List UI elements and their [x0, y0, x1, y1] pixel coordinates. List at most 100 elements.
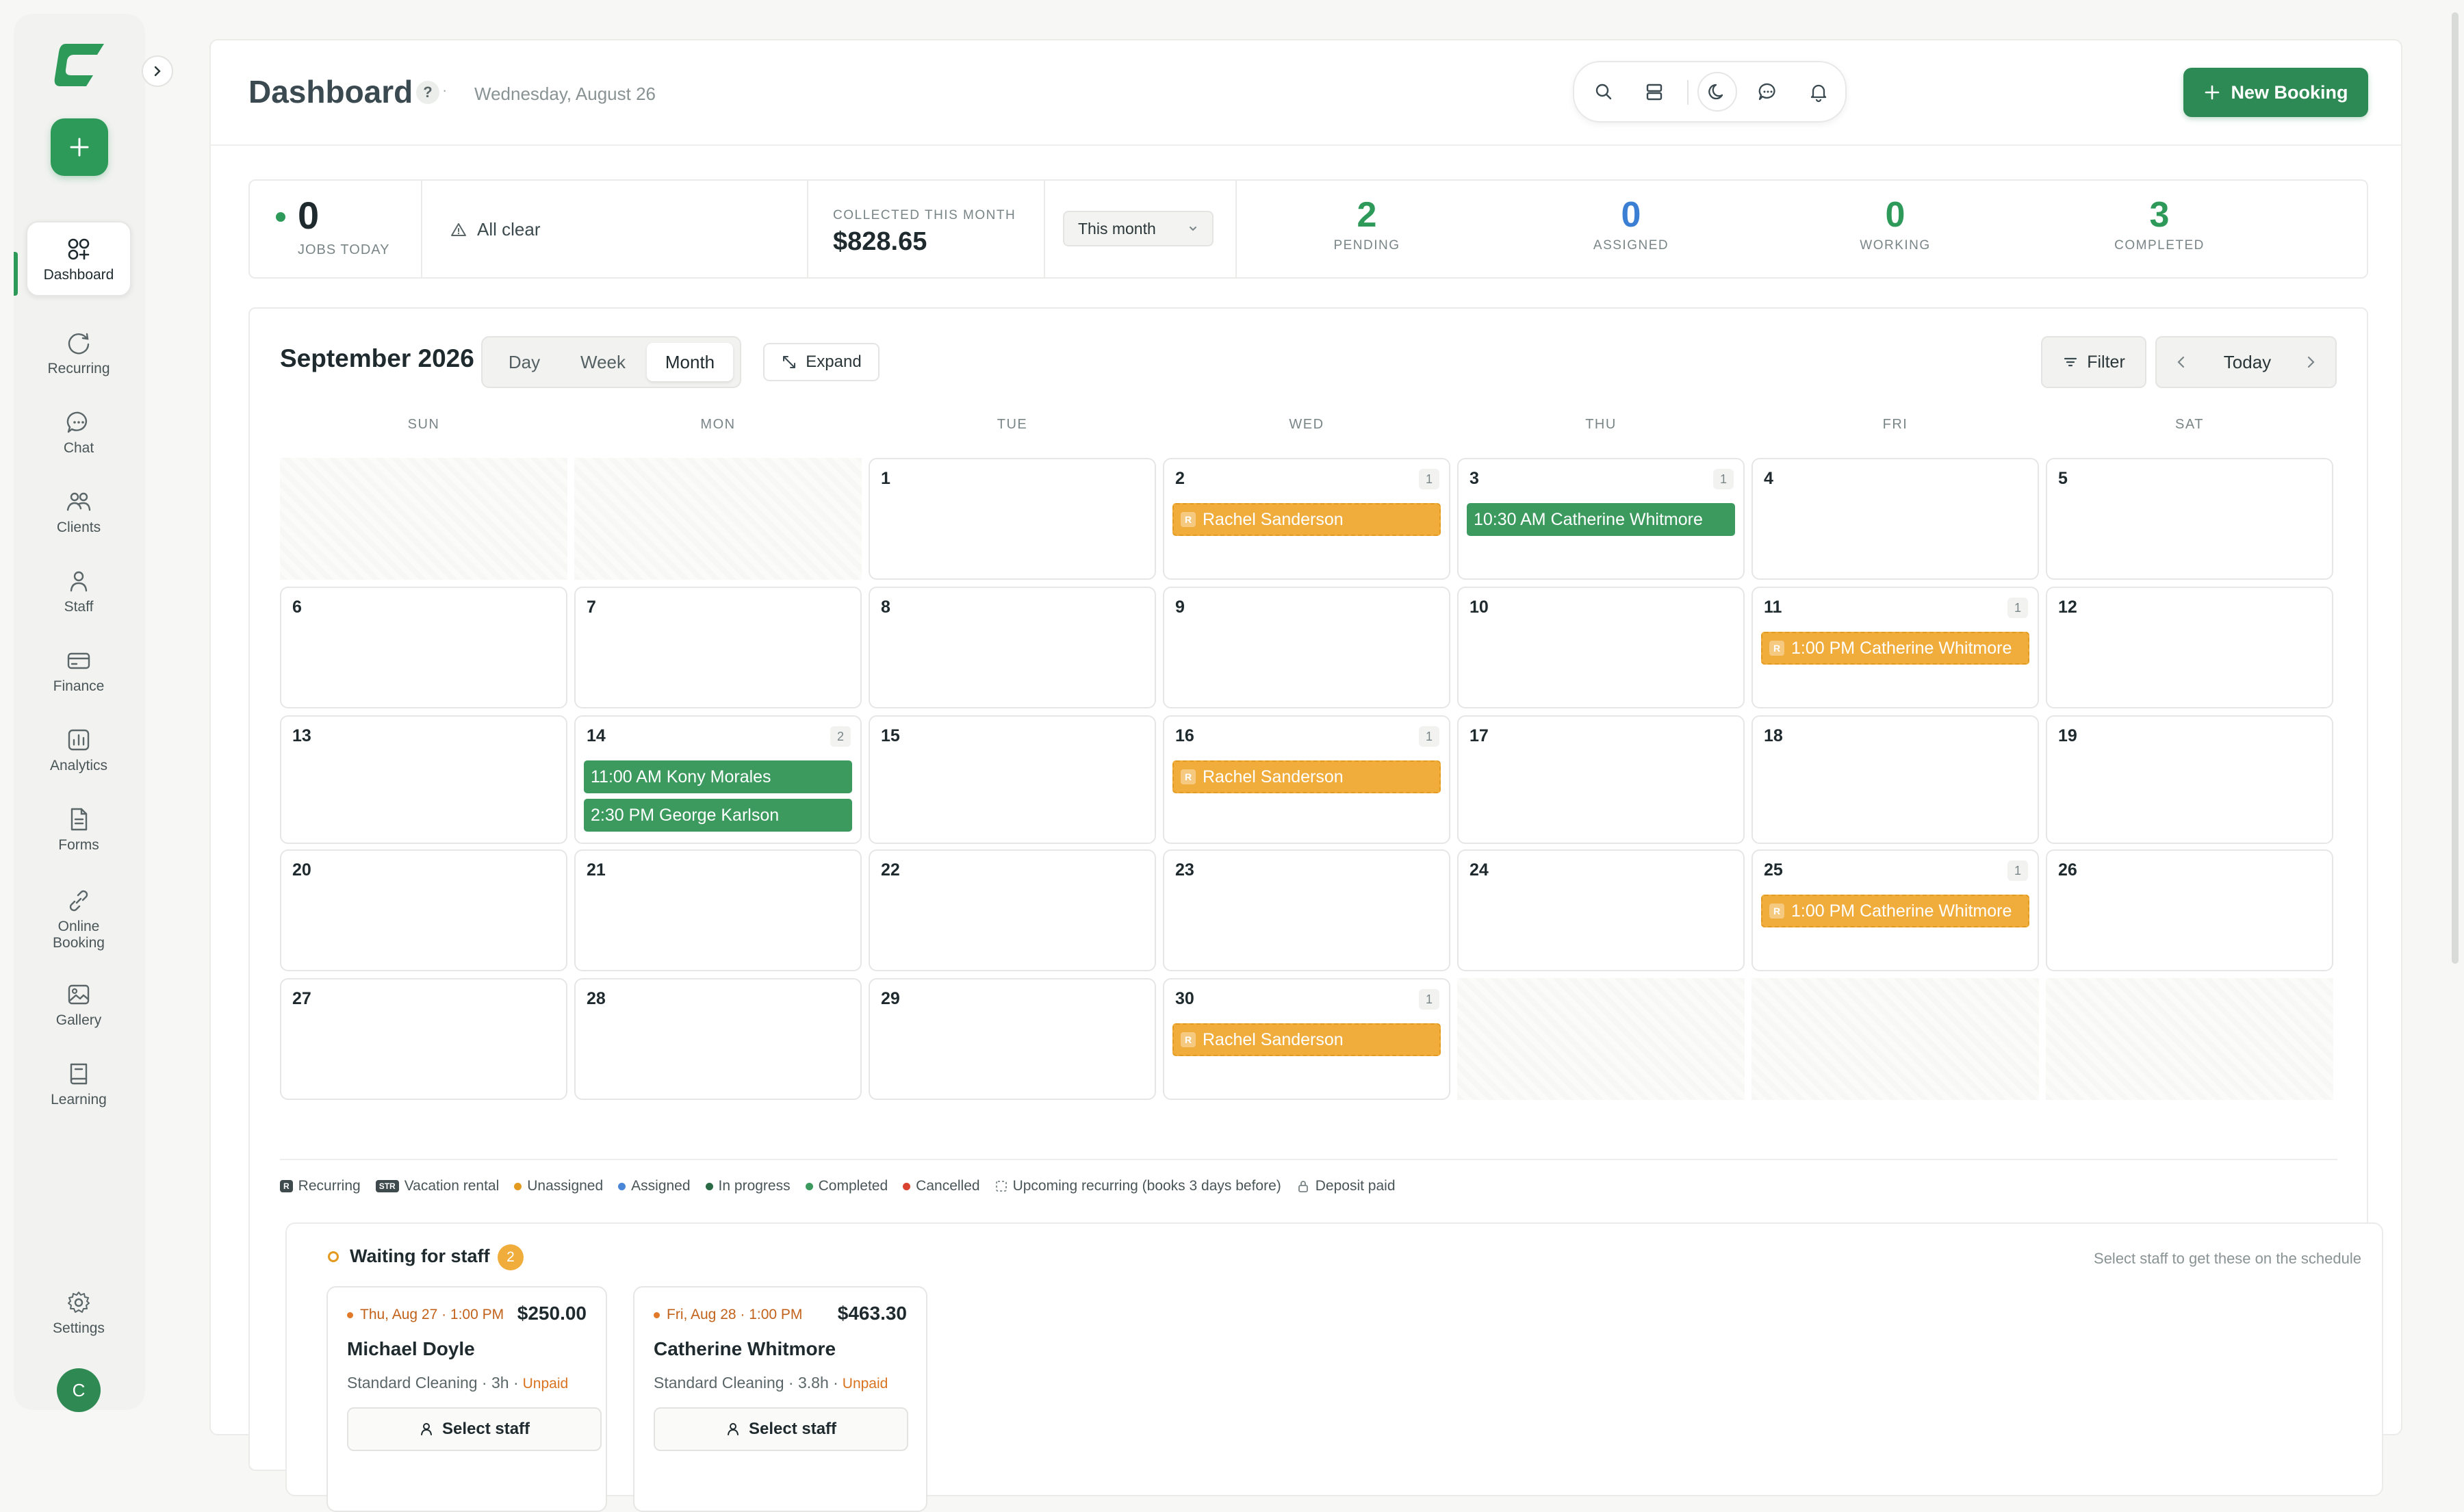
previous-month-button[interactable]	[2169, 350, 2194, 374]
day-cell[interactable]: 14 2 11:00 AM Kony Morales 2:30 PM George K…	[574, 715, 862, 844]
view-day-button[interactable]: Day	[487, 343, 562, 381]
finance-icon	[64, 645, 94, 676]
view-month-button[interactable]: Month	[647, 343, 733, 381]
kpi-working[interactable]: 0 WORKING	[1793, 194, 1998, 253]
filter-button[interactable]: Filter	[2041, 336, 2146, 388]
period-select[interactable]: This month	[1063, 211, 1214, 246]
header-toolbar	[1573, 61, 1847, 123]
user-avatar[interactable]: C	[57, 1368, 101, 1412]
lock-icon	[1298, 1181, 1308, 1192]
waiting-job-card[interactable]: Fri, Aug 28 · 1:00 PM $463.30 Catherine …	[633, 1286, 927, 1512]
day-cell[interactable]: 16 1 R Rachel Sanderson	[1163, 715, 1450, 844]
day-cell[interactable]: 17	[1457, 715, 1745, 844]
day-cell[interactable]: 30 1 R Rachel Sanderson	[1163, 978, 1450, 1100]
user-icon	[420, 1423, 432, 1435]
select-staff-button[interactable]: Select staff	[654, 1407, 908, 1451]
day-cell[interactable]: 18	[1751, 715, 2039, 844]
kpi-value: 2	[1357, 195, 1377, 235]
kpi-assigned[interactable]: 0 ASSIGNED	[1528, 194, 1734, 253]
day-cell[interactable]: 15	[869, 715, 1156, 844]
day-cell[interactable]: 6	[280, 587, 567, 708]
messages-button[interactable]	[1752, 76, 1784, 107]
day-cell[interactable]: 11 1 R 1:00 PM Catherine Whitmore	[1751, 587, 2039, 708]
help-button[interactable]: ?	[416, 81, 439, 104]
sidebar-item-finance[interactable]: Finance	[26, 632, 131, 708]
sidebar-item-forms[interactable]: Forms	[26, 791, 131, 867]
day-cell[interactable]: 26	[2046, 849, 2333, 971]
day-booking-count: 1	[1419, 469, 1439, 489]
layout-toggle-button[interactable]	[1639, 76, 1670, 107]
calendar-event[interactable]: R Rachel Sanderson	[1172, 760, 1441, 793]
day-cell[interactable]: 22	[869, 849, 1156, 971]
sidebar-item-gallery[interactable]: Gallery	[26, 966, 131, 1042]
day-cell[interactable]: 28	[574, 978, 862, 1100]
day-cell[interactable]: 25 1 R 1:00 PM Catherine Whitmore	[1751, 849, 2039, 971]
sidebar-item-online-booking[interactable]: Online Booking	[26, 877, 131, 960]
sidebar-item-dashboard[interactable]: Dashboard	[26, 221, 131, 296]
day-cell[interactable]: 4	[1751, 458, 2039, 580]
day-cell[interactable]: 24	[1457, 849, 1745, 971]
day-cell[interactable]: 2 1 R Rachel Sanderson	[1163, 458, 1450, 580]
next-month-button[interactable]	[2298, 350, 2323, 374]
today-button[interactable]: Today	[2205, 337, 2290, 387]
calendar-event[interactable]: 11:00 AM Kony Morales	[584, 760, 852, 793]
day-cell[interactable]: 10	[1457, 587, 1745, 708]
legend-label: Assigned	[631, 1178, 691, 1194]
day-number: 9	[1175, 598, 1185, 617]
select-staff-button[interactable]: Select staff	[347, 1407, 602, 1451]
kpi-pending[interactable]: 2 PENDING	[1264, 194, 1470, 253]
expand-label: Expand	[806, 353, 862, 371]
day-cell[interactable]: 9	[1163, 587, 1450, 708]
legend-badge: STR	[375, 1180, 399, 1192]
day-number: 28	[587, 989, 606, 1008]
calendar-event[interactable]: R 1:00 PM Catherine Whitmore	[1761, 632, 2029, 665]
theme-toggle-button[interactable]	[1697, 72, 1737, 112]
day-cell[interactable]: 8	[869, 587, 1156, 708]
day-cell[interactable]: 23	[1163, 849, 1450, 971]
calendar-event[interactable]: R Rachel Sanderson	[1172, 1023, 1441, 1056]
waiting-job-card[interactable]: Thu, Aug 27 · 1:00 PM $250.00 Michael Do…	[326, 1286, 607, 1512]
sidebar-item-settings[interactable]: Settings	[26, 1274, 131, 1350]
kpi-completed[interactable]: 3 COMPLETED	[2057, 194, 2262, 253]
sidebar-item-analytics[interactable]: Analytics	[26, 712, 131, 787]
day-cell[interactable]: 12	[2046, 587, 2333, 708]
clients-icon	[64, 487, 94, 517]
sidebar-item-clients[interactable]: Clients	[26, 474, 131, 549]
day-cell[interactable]: 3 1 10:30 AM Catherine Whitmore	[1457, 458, 1745, 580]
page-title: Dashboard	[248, 74, 413, 110]
sidebar-item-recurring[interactable]: Recurring	[26, 315, 131, 390]
day-cell[interactable]: 19	[2046, 715, 2333, 844]
job-client-name: Michael Doyle	[347, 1338, 475, 1359]
day-cell[interactable]: 21	[574, 849, 862, 971]
legend-item: Upcoming recurring (books 3 days before)	[995, 1178, 1281, 1194]
view-week-button[interactable]: Week	[562, 343, 644, 381]
quick-add-button[interactable]	[51, 118, 108, 176]
gear-icon	[64, 1287, 94, 1318]
sidebar-item-staff[interactable]: Staff	[26, 553, 131, 628]
event-title: 10:30 AM Catherine Whitmore	[1474, 509, 1703, 529]
search-button[interactable]	[1588, 76, 1619, 107]
day-cell[interactable]: 1	[869, 458, 1156, 580]
warning-triangle-icon	[451, 222, 466, 236]
sidebar-expand-button[interactable]	[142, 55, 173, 87]
new-booking-button[interactable]: New Booking	[2183, 68, 2368, 117]
alerts-status[interactable]: All clear	[450, 219, 540, 240]
unassigned-dot	[654, 1311, 660, 1318]
day-cell[interactable]: 29	[869, 978, 1156, 1100]
sidebar-item-chat[interactable]: Chat	[26, 394, 131, 470]
day-cell[interactable]: 27	[280, 978, 567, 1100]
day-cell[interactable]: 20	[280, 849, 567, 971]
brand-logo[interactable]	[51, 34, 112, 96]
calendar-event[interactable]: 2:30 PM George Karlson	[584, 799, 852, 832]
day-cell[interactable]: 7	[574, 587, 862, 708]
sidebar-item-learning[interactable]: Learning	[26, 1046, 131, 1121]
legend-dot	[618, 1182, 626, 1190]
calendar-event[interactable]: 10:30 AM Catherine Whitmore	[1467, 503, 1735, 536]
expand-button[interactable]: Expand	[763, 343, 880, 381]
calendar-event[interactable]: R 1:00 PM Catherine Whitmore	[1761, 895, 2029, 927]
day-cell[interactable]: 5	[2046, 458, 2333, 580]
day-cell[interactable]: 13	[280, 715, 567, 844]
page-scrollbar[interactable]	[2452, 12, 2459, 964]
notifications-button[interactable]	[1803, 76, 1834, 107]
calendar-event[interactable]: R Rachel Sanderson	[1172, 503, 1441, 536]
